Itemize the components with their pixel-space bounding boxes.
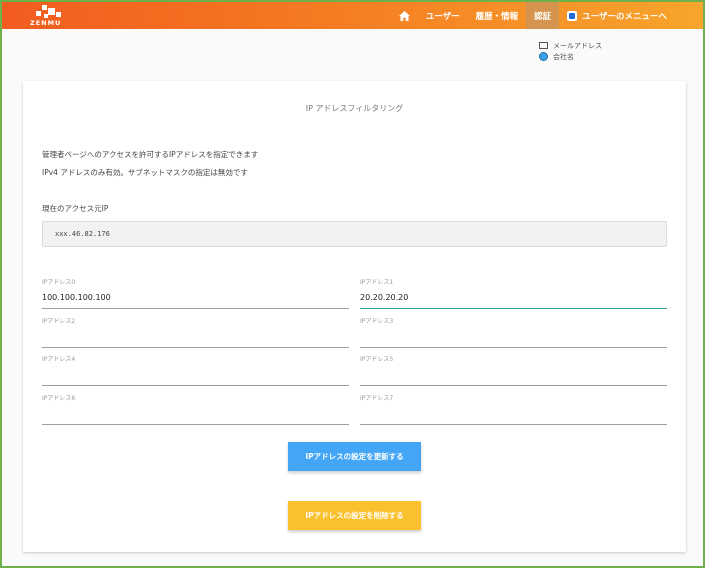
- ip-field-label: IPアドレス3: [360, 318, 394, 325]
- ip-field-label: IPアドレス4: [42, 356, 76, 363]
- ip-input-6[interactable]: [42, 407, 349, 420]
- description-line-2: IPv4 アドレスのみ有効。サブネットマスクの指定は無効です: [42, 168, 248, 177]
- ip-field-label: IPアドレス7: [360, 395, 394, 402]
- ip-field-label: IPアドレス2: [42, 318, 76, 325]
- update-ip-settings-button[interactable]: IPアドレスの設定を更新する: [288, 442, 421, 471]
- current-ip-label: 現在のアクセス元IP: [42, 204, 109, 213]
- nav-user-menu-label: ユーザーのメニューへ: [582, 11, 667, 22]
- ip-input-7[interactable]: [360, 407, 667, 420]
- nav-user-menu[interactable]: ユーザーのメニューへ: [559, 2, 703, 29]
- ip-input-2[interactable]: [42, 330, 349, 343]
- mail-icon: [539, 42, 548, 49]
- nav-menu: ユーザー 履歴・情報 認証 ユーザーのメニューへ: [391, 2, 703, 29]
- ip-input-4[interactable]: [42, 368, 349, 381]
- card-title: IP アドレスフィルタリング: [305, 104, 404, 113]
- nav-auth[interactable]: 認証: [526, 2, 560, 29]
- ip-field-label: IPアドレス1: [360, 279, 394, 286]
- nav-home[interactable]: [391, 2, 418, 29]
- home-icon: [398, 10, 410, 21]
- ip-field-label: IPアドレス5: [360, 356, 394, 363]
- ip-filter-card: IP アドレスフィルタリング 管理者ページへのアクセスを許可するIPアドレスを指…: [23, 81, 686, 552]
- ip-field-0: IPアドレス0: [42, 277, 349, 309]
- ip-field-7: IPアドレス7: [360, 393, 667, 425]
- ip-input-1[interactable]: [360, 291, 667, 304]
- ip-input-3[interactable]: [360, 330, 667, 343]
- app-window: ZENMU ユーザー 履歴・情報 認証 ユーザーのメニューへ メールアドレス 会…: [0, 0, 705, 568]
- ip-input-0[interactable]: [42, 291, 349, 304]
- user-menu-icon: [567, 10, 578, 21]
- user-info: メールアドレス 会社名: [539, 40, 602, 62]
- ip-field-label: IPアドレス6: [42, 395, 76, 402]
- user-company: 会社名: [553, 52, 574, 61]
- ip-field-5: IPアドレス5: [360, 354, 667, 386]
- ip-field-4: IPアドレス4: [42, 354, 349, 386]
- nav-users[interactable]: ユーザー: [418, 2, 468, 29]
- ip-field-label: IPアドレス0: [42, 279, 76, 286]
- nav-history-info[interactable]: 履歴・情報: [468, 2, 527, 29]
- top-navbar: ZENMU ユーザー 履歴・情報 認証 ユーザーのメニューへ: [2, 2, 703, 29]
- user-email: メールアドレス: [553, 41, 602, 50]
- ip-field-6: IPアドレス6: [42, 393, 349, 425]
- current-ip-display: xxx.46.82.176: [42, 221, 667, 247]
- ip-field-3: IPアドレス3: [360, 316, 667, 348]
- ip-field-1: IPアドレス1: [360, 277, 667, 309]
- ip-input-5[interactable]: [360, 368, 667, 381]
- globe-icon: [539, 52, 548, 61]
- delete-ip-settings-button[interactable]: IPアドレスの設定を削除する: [288, 501, 421, 530]
- ip-field-2: IPアドレス2: [42, 316, 349, 348]
- description-line-1: 管理者ページへのアクセスを許可するIPアドレスを指定できます: [42, 150, 259, 159]
- logo-text: ZENMU: [30, 19, 62, 27]
